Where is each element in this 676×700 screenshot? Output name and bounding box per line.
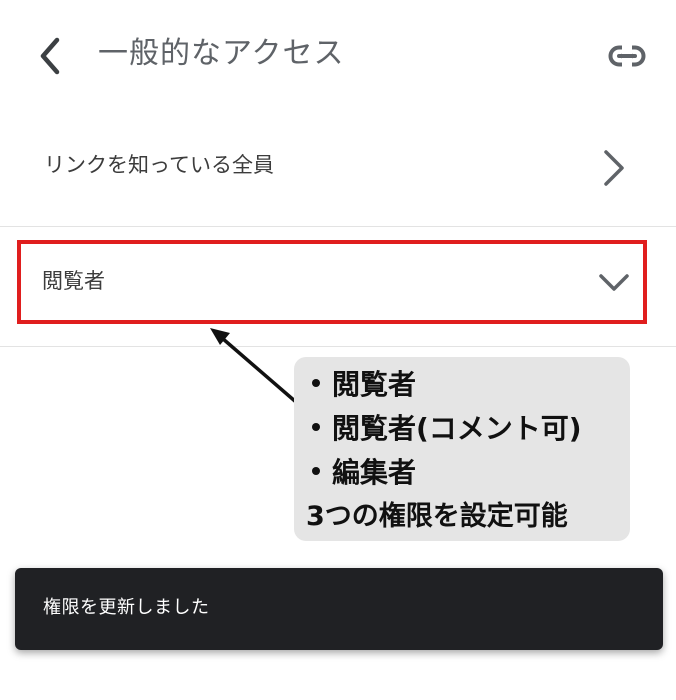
list-item: 閲覧者 [306, 363, 630, 407]
bullet-icon [312, 379, 320, 387]
annotation-note: 3つの権限を設定可能 [306, 501, 568, 532]
header-bar: 一般的なアクセス [0, 0, 676, 110]
list-item: 編集者 [306, 451, 630, 495]
annotation-callout: 閲覧者 閲覧者(コメント可) 編集者 3つの権限を設定可能 [294, 357, 630, 541]
chevron-down-icon [599, 274, 629, 291]
role-options-list: 閲覧者 閲覧者(コメント可) 編集者 [306, 363, 630, 495]
chevron-right-icon [604, 150, 624, 186]
list-item: 閲覧者(コメント可) [306, 407, 630, 451]
role-dropdown[interactable]: 閲覧者 [21, 244, 643, 320]
general-access-label: リンクを知っている全員 [44, 153, 274, 177]
page-title: 一般的なアクセス [98, 36, 345, 71]
bullet-icon [312, 467, 320, 475]
bullet-icon [312, 423, 320, 431]
role-selected-label: 閲覧者 [42, 269, 105, 293]
back-button[interactable] [28, 34, 72, 78]
general-access-row[interactable]: リンクを知っている全員 [0, 120, 676, 227]
copy-link-button[interactable] [602, 36, 652, 76]
snackbar: 権限を更新しました [15, 568, 663, 650]
snackbar-message: 権限を更新しました [43, 597, 210, 618]
role-row: 閲覧者 [0, 228, 676, 347]
chevron-left-icon [40, 37, 60, 75]
link-icon [608, 45, 646, 67]
